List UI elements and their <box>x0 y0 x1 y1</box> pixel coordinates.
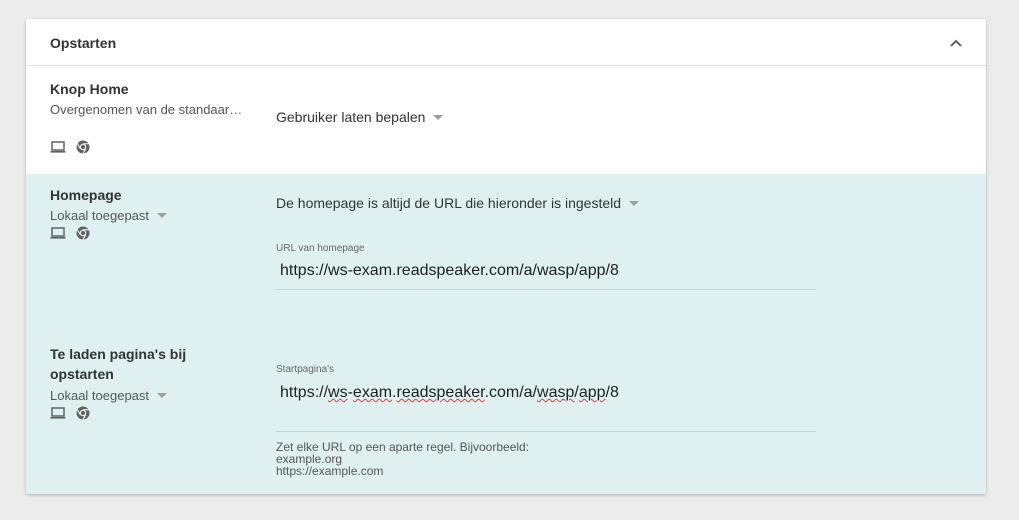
home-button-value: Gebruiker laten bepalen <box>276 109 426 125</box>
url-part-misspelled: wasp <box>537 384 575 401</box>
policy-source-dropdown[interactable]: Lokaal toegepast <box>50 388 168 403</box>
policy-row-home-button: Knop Home Overgenomen van de standaar… G… <box>26 66 986 174</box>
homepage-mode-value: De homepage is altijd de URL die hierond… <box>276 195 622 211</box>
policy-group-locally-applied: Homepage Lokaal toegepast De homepage is… <box>26 174 986 494</box>
url-part: . <box>392 384 397 401</box>
url-part-misspelled: ws <box>328 384 348 401</box>
section-title: Opstarten <box>50 35 117 51</box>
policy-title-line1: Te laden pagina's bij <box>50 346 187 362</box>
url-part: https:// <box>280 384 329 401</box>
policy-source-dropdown[interactable]: Lokaal toegepast <box>50 208 168 223</box>
homepage-url-input[interactable] <box>276 262 810 280</box>
startup-settings-card: Opstarten Knop Home Overgenomen van de s… <box>26 19 986 494</box>
laptop-icon <box>50 140 66 154</box>
policy-title: Knop Home <box>50 81 129 97</box>
hint-line: https://example.com <box>276 464 384 478</box>
policy-source: Lokaal toegepast <box>50 208 150 223</box>
chrome-icon <box>76 406 92 420</box>
dropdown-arrow-icon <box>629 200 640 206</box>
homepage-mode-dropdown[interactable]: De homepage is altijd de URL die hierond… <box>276 195 640 211</box>
url-part-misspelled: app <box>578 384 606 401</box>
dropdown-arrow-icon <box>157 213 168 218</box>
url-part: .com/a/ <box>484 384 538 401</box>
url-part-misspelled: readspeaker <box>396 384 485 401</box>
url-part: / <box>574 384 579 401</box>
policy-title: Te laden pagina's bij opstarten <box>50 344 186 384</box>
section-header[interactable]: Opstarten <box>26 19 986 66</box>
startup-pages-hint: Zet elke URL op een aparte regel. Bijvoo… <box>276 441 529 477</box>
dropdown-arrow-icon <box>433 114 444 120</box>
dropdown-arrow-icon <box>157 393 168 398</box>
policy-title: Homepage <box>50 187 122 203</box>
policy-source: Lokaal toegepast <box>50 388 150 403</box>
policy-title-line2: opstarten <box>50 366 114 382</box>
policy-scope-icons <box>50 140 92 154</box>
url-part: /8 <box>605 384 619 401</box>
home-button-dropdown[interactable]: Gebruiker laten bepalen <box>276 109 444 125</box>
laptop-icon <box>50 406 66 420</box>
homepage-url-label: URL van homepage <box>276 243 365 254</box>
startup-pages-text[interactable]: https://ws-exam.readspeaker.com/a/wasp/a… <box>280 384 619 402</box>
chevron-up-icon[interactable] <box>948 35 964 51</box>
policy-scope-icons <box>50 406 92 420</box>
startup-pages-label: Startpagina's <box>276 364 335 375</box>
homepage-url-field[interactable] <box>276 262 816 290</box>
chrome-icon <box>76 140 92 154</box>
startup-pages-field[interactable]: https://ws-exam.readspeaker.com/a/wasp/a… <box>276 380 816 432</box>
policy-source: Overgenomen van de standaar… <box>50 102 243 117</box>
url-part-misspelled: exam <box>352 384 393 401</box>
policy-scope-icons <box>50 226 92 240</box>
laptop-icon <box>50 226 66 240</box>
url-part: - <box>347 384 353 401</box>
chrome-icon <box>76 226 92 240</box>
